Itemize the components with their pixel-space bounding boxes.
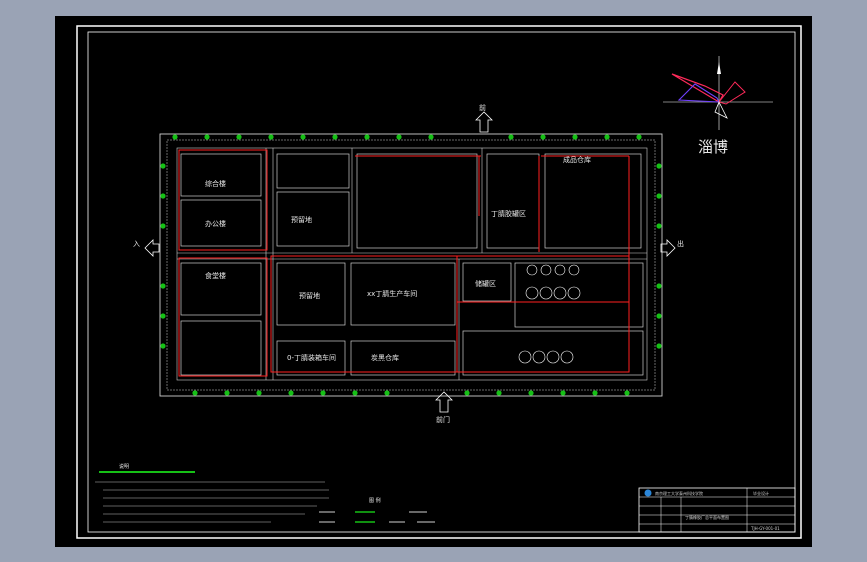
- compass-city-label: 淄博: [698, 138, 728, 156]
- drawing-inner-border: [87, 31, 796, 533]
- drawing-name: 丁腈橡胶厂总平面布置图: [685, 514, 729, 520]
- building-label: 储罐区: [475, 279, 496, 288]
- wind-rose-icon: [663, 56, 773, 130]
- building-label: 食堂楼: [205, 271, 226, 280]
- building-label: 综合楼: [205, 179, 226, 188]
- building-label: xx丁腈生产车间: [367, 289, 417, 298]
- legend: 图 例: [319, 497, 435, 523]
- drawing-number: TJH-GY-001-01: [750, 526, 780, 531]
- legend-title: 图 例: [369, 497, 381, 504]
- storage-tank-icons: [518, 264, 581, 364]
- title-block: 南京理工大学泰州科技学院 毕业设计 丁腈橡胶厂总平面布置图 TJH-GY-001…: [638, 487, 796, 533]
- building-label: 预留地: [291, 215, 312, 224]
- building-label: 炭黑仓库: [371, 353, 399, 362]
- drawing-stage: 毕业设计: [753, 490, 769, 496]
- gate-west-label: 入: [133, 240, 140, 248]
- building-label: 预留地: [299, 291, 320, 300]
- site-boundary-inner: [166, 139, 656, 391]
- building-label: 0-丁腈装箱车间: [287, 353, 336, 362]
- internal-road-network: [176, 147, 648, 381]
- cad-viewport[interactable]: 淄博 前 前门 入 出 综合楼 办公楼 食堂楼 预留地 xx丁腈生产车间 储罐区…: [55, 16, 812, 547]
- building-label: 成品仓库: [563, 155, 591, 164]
- site-boundary: [159, 133, 663, 397]
- design-notes: 说明: [95, 463, 329, 523]
- building-outlines: [180, 153, 644, 376]
- school-name: 南京理工大学泰州科技学院: [655, 490, 703, 496]
- gate-arrow-icons: [144, 111, 676, 413]
- drawing-outer-border: [76, 25, 802, 539]
- building-label: 丁腈胶罐区: [491, 209, 526, 218]
- gate-north-label: 前: [479, 103, 486, 112]
- gate-south-label: 前门: [436, 415, 450, 424]
- building-label: 办公楼: [205, 219, 226, 228]
- site-plan-drawing: 淄博 前 前门 入 出 综合楼 办公楼 食堂楼 预留地 xx丁腈生产车间 储罐区…: [76, 25, 802, 539]
- notes-title: 说明: [119, 463, 129, 470]
- greenery-tree-icons: [160, 134, 662, 396]
- gate-east-label: 出: [677, 239, 684, 248]
- school-logo-icon: [644, 489, 652, 497]
